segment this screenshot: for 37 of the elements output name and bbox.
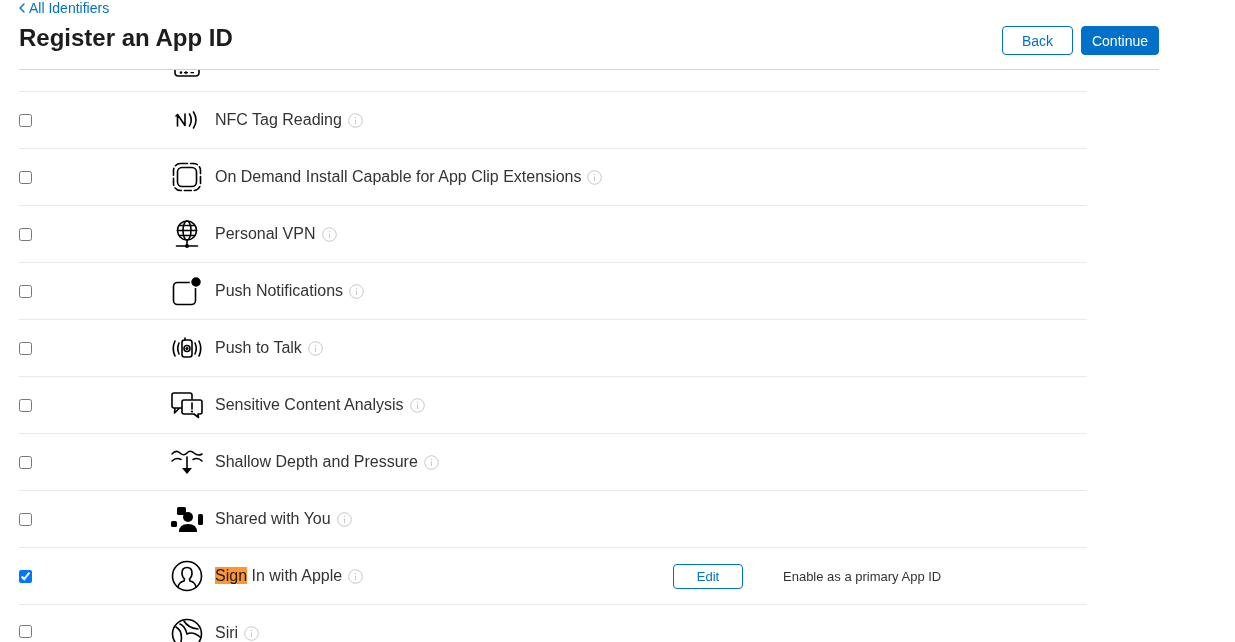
checkbox[interactable] — [19, 284, 32, 298]
radio-waves-icon — [169, 337, 204, 359]
capability-name: Personal VPN — [215, 225, 316, 243]
nfc-icon — [173, 111, 200, 129]
continue-button[interactable]: Continue — [1080, 26, 1159, 55]
chevron-left-icon — [19, 3, 25, 13]
capability-name: NFC Tag Reading — [215, 111, 342, 129]
checkbox[interactable] — [19, 341, 32, 355]
capability-name: Siri — [215, 624, 239, 642]
notification-badge-icon — [171, 276, 202, 306]
capability-name: Sensitive Content Analysis — [215, 396, 404, 414]
rounded-frame-icon — [173, 70, 200, 77]
checkbox[interactable] — [19, 569, 32, 583]
checkbox[interactable] — [19, 227, 32, 241]
globe-icon — [174, 219, 199, 249]
checkbox[interactable] — [19, 113, 32, 127]
speech-bubbles-icon — [169, 391, 204, 419]
back-button[interactable]: Back — [1001, 26, 1073, 55]
checkbox[interactable] — [19, 170, 32, 184]
checkbox[interactable] — [19, 455, 32, 469]
capability-note: Enable as a primary App ID — [783, 569, 942, 584]
edit-button[interactable]: Edit — [673, 563, 743, 589]
capability-name: On Demand Install Capable for App Clip Extensions — [215, 168, 582, 186]
capability-name: Shallow Depth and Pressure — [215, 453, 418, 471]
checkbox[interactable] — [19, 512, 32, 526]
depth-arrow-icon — [169, 448, 204, 476]
capability-name: Shared with You — [215, 510, 331, 528]
capability-name: Push Notifications — [215, 282, 344, 300]
page-title: Register an App ID — [19, 24, 233, 52]
checkbox[interactable] — [19, 625, 32, 638]
people-icon — [169, 505, 204, 533]
dashed-square-icon — [171, 162, 202, 192]
person-circle-icon — [170, 560, 203, 592]
checkbox[interactable] — [19, 398, 32, 412]
capability-name: Push to Talk — [215, 339, 302, 357]
capability-name: Sign In with Apple — [215, 567, 343, 585]
back-link[interactable]: All Identifiers — [19, 0, 110, 16]
